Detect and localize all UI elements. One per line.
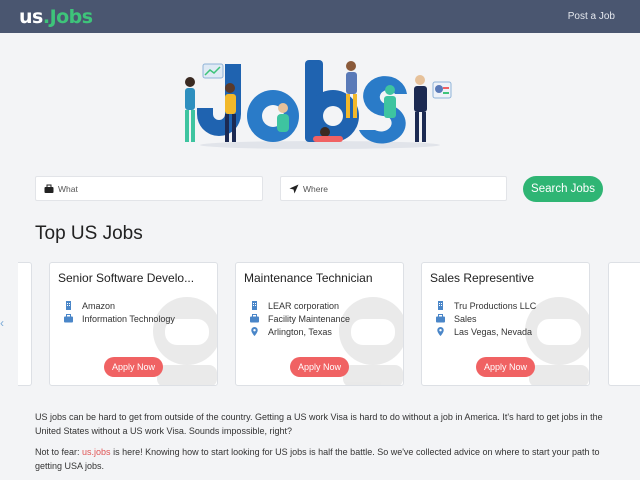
job-title: Senior Software Develo... (58, 271, 195, 285)
partial-job-card-left (18, 262, 32, 386)
job-title: Sales Representive (430, 271, 535, 285)
location-row: Arlington, Texas (250, 327, 332, 337)
job-title: Maintenance Technician (244, 271, 373, 285)
where-search-field (280, 176, 507, 201)
job-card[interactable]: Sales Representive Tru Productions LLC S… (421, 262, 590, 386)
apply-now-button[interactable]: Apply Now (104, 357, 163, 377)
category-row: Facility Maintenance (250, 314, 350, 324)
job-category: Facility Maintenance (268, 314, 351, 324)
what-input[interactable] (58, 177, 253, 200)
building-icon (252, 301, 257, 310)
apply-now-button[interactable]: Apply Now (290, 357, 349, 377)
apply-now-button[interactable]: Apply Now (476, 357, 535, 377)
company-name: Tru Productions LLC (454, 301, 537, 311)
advice-text-start: Not to fear: (35, 447, 83, 457)
location-row: Las Vegas, Nevada (436, 327, 532, 337)
building-icon (438, 301, 443, 310)
carousel-prev-arrow-icon[interactable]: ‹ (0, 316, 4, 330)
company-name: Amazon (82, 301, 116, 311)
advice-text-end: is here! Knowing how to start looking fo… (35, 447, 600, 471)
logo-dot: . (42, 6, 50, 28)
us-jobs-link[interactable]: us.jobs (82, 447, 111, 457)
top-navbar: us.Jobs Post a Job (0, 0, 640, 33)
job-category: Information Technology (82, 314, 175, 324)
building-icon (66, 301, 71, 310)
intro-paragraph: US jobs can be hard to get from outside … (35, 412, 603, 436)
location-arrow-icon (289, 184, 299, 194)
partial-job-card-right (608, 262, 640, 386)
briefcase-icon (436, 314, 445, 323)
where-input[interactable] (303, 177, 498, 200)
advice-paragraph: Not to fear: us.jobs is here! Knowing ho… (35, 445, 610, 473)
category-row: Sales (436, 314, 477, 324)
logo-jobs: Jobs (49, 6, 94, 28)
section-title: Top US Jobs (35, 223, 143, 244)
map-pin-icon (437, 327, 444, 336)
jobs-hero-illustration (185, 60, 452, 149)
job-card[interactable]: Senior Software Develo... Amazon Informa… (49, 262, 218, 386)
category-row: Information Technology (64, 314, 175, 324)
briefcase-icon (64, 314, 73, 323)
site-logo[interactable]: us.Jobs (19, 6, 93, 28)
company-name: LEAR corporation (268, 301, 340, 311)
briefcase-icon (250, 314, 259, 323)
company-row: Tru Productions LLC (436, 301, 536, 311)
job-location: Las Vegas, Nevada (454, 327, 533, 337)
search-jobs-button[interactable]: Search Jobs (523, 176, 603, 202)
job-category: Sales (454, 314, 477, 324)
map-pin-icon (251, 327, 258, 336)
job-card[interactable]: Maintenance Technician LEAR corporation … (235, 262, 404, 386)
briefcase-icon (44, 184, 54, 193)
what-search-field (35, 176, 263, 201)
company-row: LEAR corporation (250, 301, 339, 311)
job-location: Arlington, Texas (268, 327, 332, 337)
post-a-job-link[interactable]: Post a Job (568, 11, 615, 22)
logo-us: us (19, 6, 43, 28)
company-row: Amazon (64, 301, 115, 311)
